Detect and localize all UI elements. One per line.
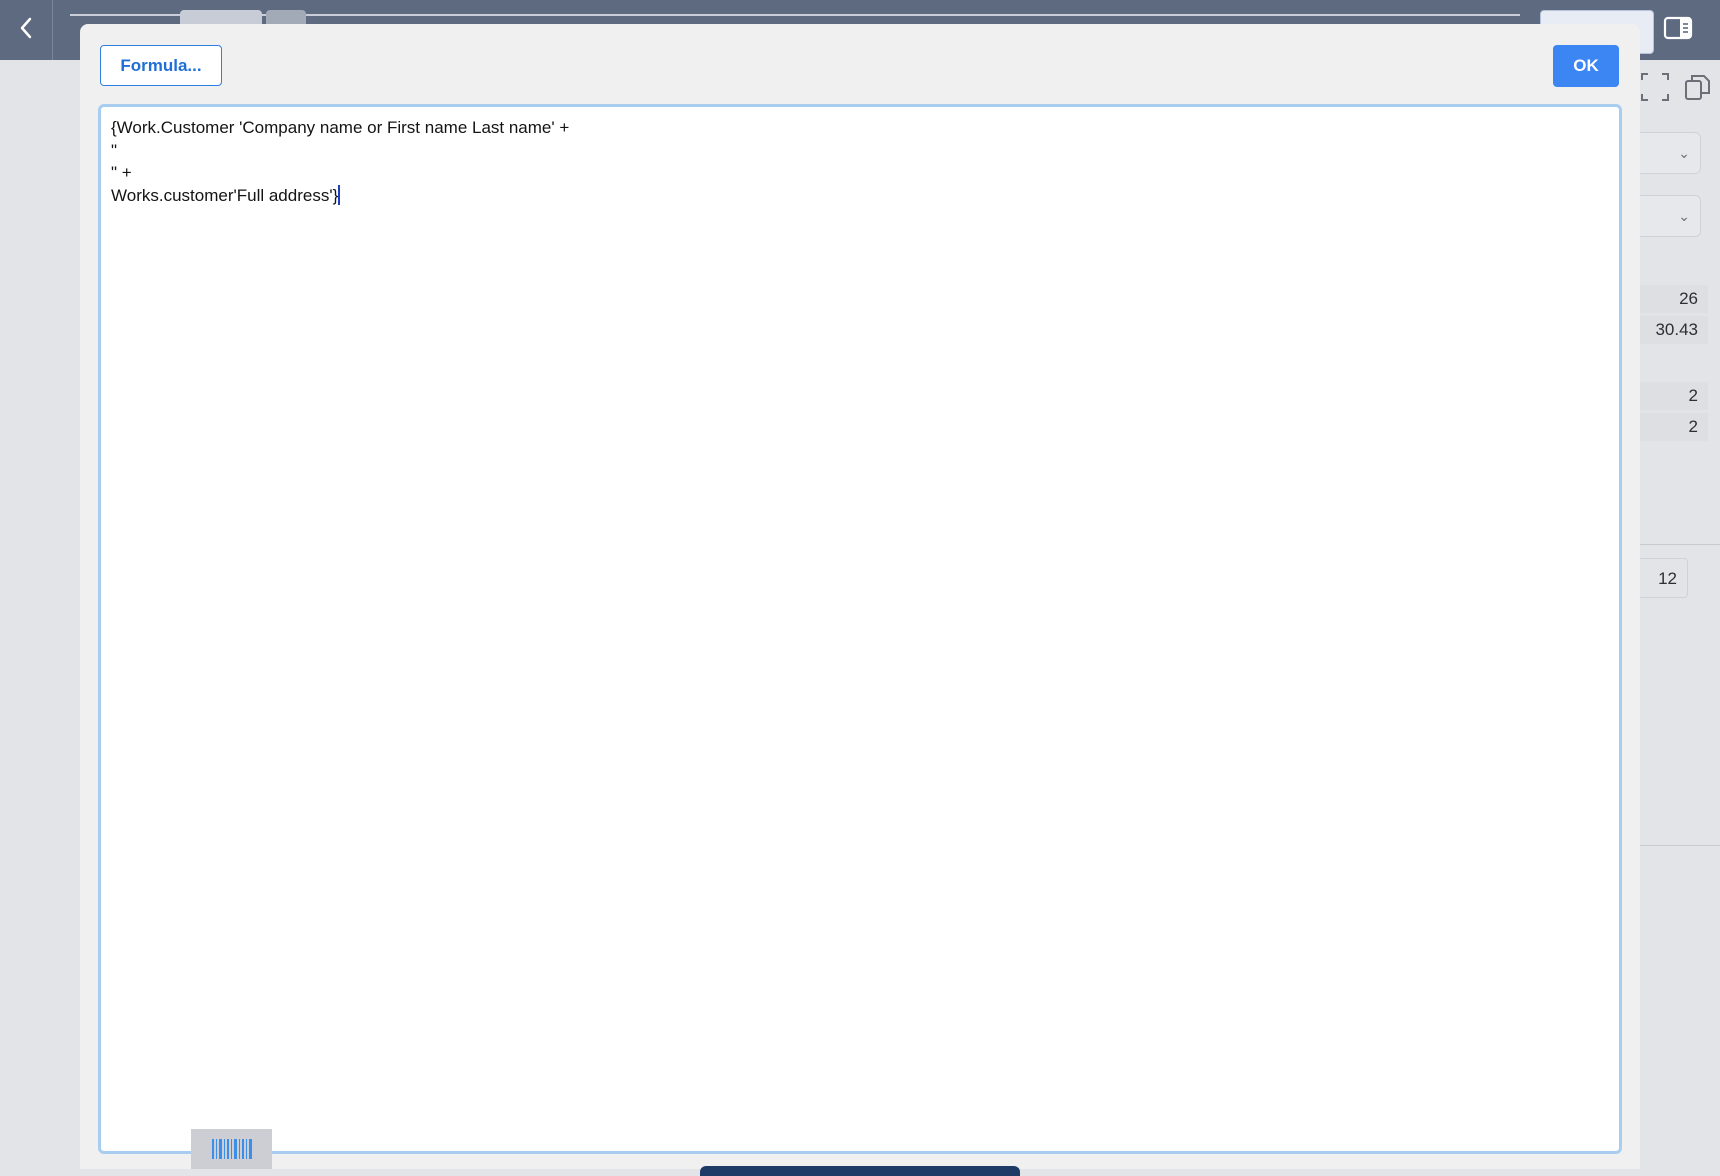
editor-line: "	[111, 140, 118, 160]
chevron-down-icon: ⌄	[1678, 145, 1690, 161]
value-field[interactable]: 2	[1640, 413, 1708, 441]
value-field[interactable]: 30.43	[1640, 316, 1708, 344]
panel-toggle-button[interactable]	[1660, 14, 1696, 46]
fullscreen-icon[interactable]	[1640, 72, 1670, 102]
editor-line-with-caret: Works.customer'Full address'}	[111, 184, 1609, 208]
divider	[1640, 845, 1720, 846]
size-input[interactable]: 12	[1640, 558, 1688, 598]
editor-line: Works.customer'Full address'}	[111, 185, 339, 205]
formula-button[interactable]: Formula...	[100, 45, 222, 86]
chevron-left-icon	[18, 16, 34, 45]
formula-editor-dialog: Formula... OK {Work.Customer 'Company na…	[80, 24, 1640, 1169]
select-field-1[interactable]: ⌄	[1640, 132, 1701, 174]
formula-text-editor[interactable]: {Work.Customer 'Company name or First na…	[98, 104, 1622, 1154]
value-field[interactable]: 2	[1640, 382, 1708, 410]
value-field[interactable]: 26	[1640, 285, 1708, 313]
editor-line: {Work.Customer 'Company name or First na…	[111, 118, 570, 137]
properties-panel: ⌄ ⌄ 26 30.43 2 2 12	[1640, 60, 1720, 1169]
chevron-down-icon: ⌄	[1678, 208, 1690, 224]
barcode-icon	[211, 1137, 253, 1168]
copy-icon[interactable]	[1682, 72, 1712, 102]
ok-button[interactable]: OK	[1553, 45, 1619, 87]
divider	[1640, 544, 1720, 545]
select-field-2[interactable]: ⌄	[1640, 195, 1701, 237]
panel-toggle-icon	[1663, 16, 1693, 45]
text-caret	[338, 184, 341, 205]
back-button[interactable]	[0, 0, 53, 60]
editor-line: " +	[111, 163, 132, 182]
bottom-bar-edge	[700, 1166, 1020, 1176]
barcode-thumbnail[interactable]	[191, 1129, 272, 1169]
